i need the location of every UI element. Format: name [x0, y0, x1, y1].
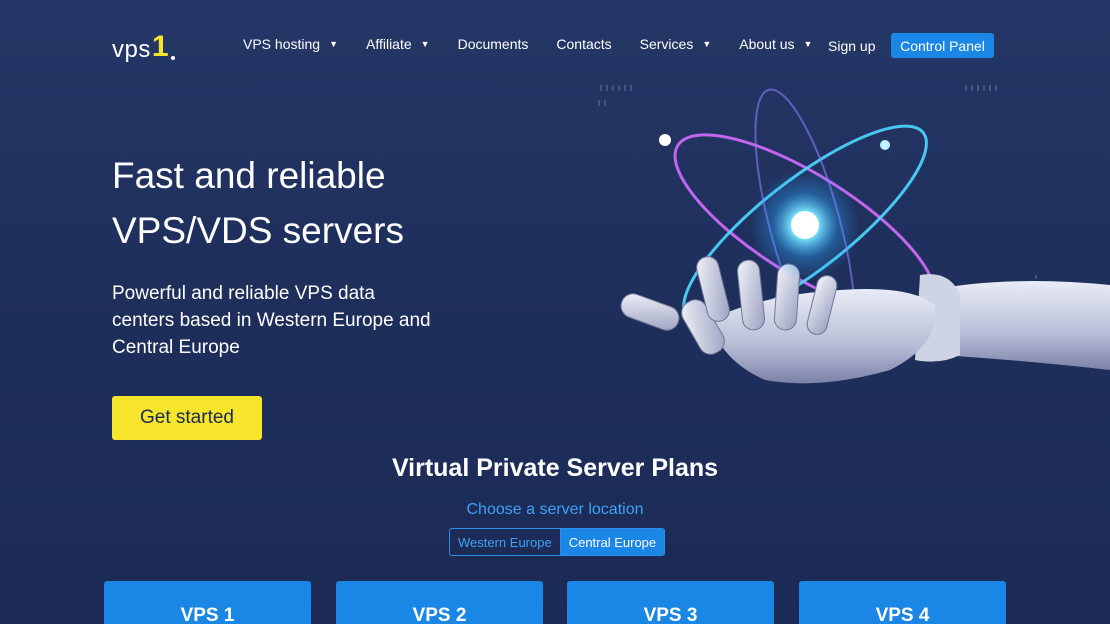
- chevron-down-icon: ▼: [803, 39, 813, 49]
- nav-services[interactable]: Services ▼: [640, 36, 712, 52]
- nav-label: About us: [739, 36, 795, 52]
- nav-label: Services: [639, 36, 694, 52]
- location-toggle: Western Europe Central Europe: [449, 528, 666, 556]
- plan-card-vps-1[interactable]: VPS 1: [104, 581, 311, 624]
- nav-about-us[interactable]: About us ▼: [739, 36, 812, 52]
- chevron-down-icon: ▼: [329, 39, 338, 49]
- nav-affiliate[interactable]: Affiliate ▼: [366, 36, 430, 52]
- main-nav: VPS hosting ▼ Affiliate ▼ Documents Cont…: [243, 36, 840, 52]
- nav-label: Contacts: [556, 36, 612, 52]
- plan-name: VPS 4: [875, 605, 930, 624]
- hero-subtitle-line-1: Powerful and reliable VPS data: [112, 283, 375, 304]
- plans-title: Virtual Private Server Plans: [391, 454, 719, 482]
- robot-hand-atom-icon: [598, 85, 1110, 384]
- plan-card-vps-4[interactable]: VPS 4: [799, 581, 1006, 624]
- nav-documents[interactable]: Documents: [458, 36, 529, 52]
- logo-dot: [170, 56, 175, 60]
- nav-contacts[interactable]: Contacts: [556, 36, 611, 52]
- hero-title: Fast and reliable VPS/VDS servers: [112, 148, 532, 258]
- nav-label: Affiliate: [365, 36, 412, 52]
- location-western-europe[interactable]: Western Europe: [450, 529, 560, 555]
- chevron-down-icon: ▼: [420, 39, 430, 49]
- logo-text: vps: [112, 36, 151, 63]
- sign-up-link[interactable]: Sign up: [828, 38, 875, 54]
- nav-vps-hosting[interactable]: VPS hosting ▼: [243, 36, 338, 52]
- hero-title-line-2: VPS/VDS servers: [112, 210, 404, 251]
- hero-subtitle-line-2: centers based in Western Europe and: [112, 310, 431, 331]
- hero-subtitle: Powerful and reliable VPS data centers b…: [112, 280, 472, 361]
- nav-label: VPS hosting: [243, 36, 321, 52]
- location-prompt: Choose a server location: [466, 501, 644, 518]
- plan-name: VPS 3: [643, 605, 698, 624]
- logo-number: 1: [151, 30, 169, 63]
- location-central-europe[interactable]: Central Europe: [559, 529, 665, 555]
- nav-label: Documents: [457, 36, 529, 52]
- get-started-button[interactable]: Get started: [112, 396, 262, 440]
- chevron-down-icon: ▼: [702, 39, 712, 49]
- page: vps 1 VPS hosting ▼ Affiliate ▼ Document…: [0, 0, 1110, 624]
- hero-title-line-1: Fast and reliable: [112, 155, 386, 196]
- plan-name: VPS 1: [180, 605, 235, 624]
- plan-card-vps-2[interactable]: VPS 2: [336, 581, 543, 624]
- plan-card-vps-3[interactable]: VPS 3: [567, 581, 774, 624]
- plan-name: VPS 2: [412, 605, 467, 624]
- control-panel-button[interactable]: Control Panel: [891, 33, 994, 58]
- site-header: vps 1 VPS hosting ▼ Affiliate ▼ Document…: [0, 0, 1110, 92]
- hero-subtitle-line-3: Central Europe: [112, 337, 240, 358]
- logo[interactable]: vps 1: [112, 28, 175, 62]
